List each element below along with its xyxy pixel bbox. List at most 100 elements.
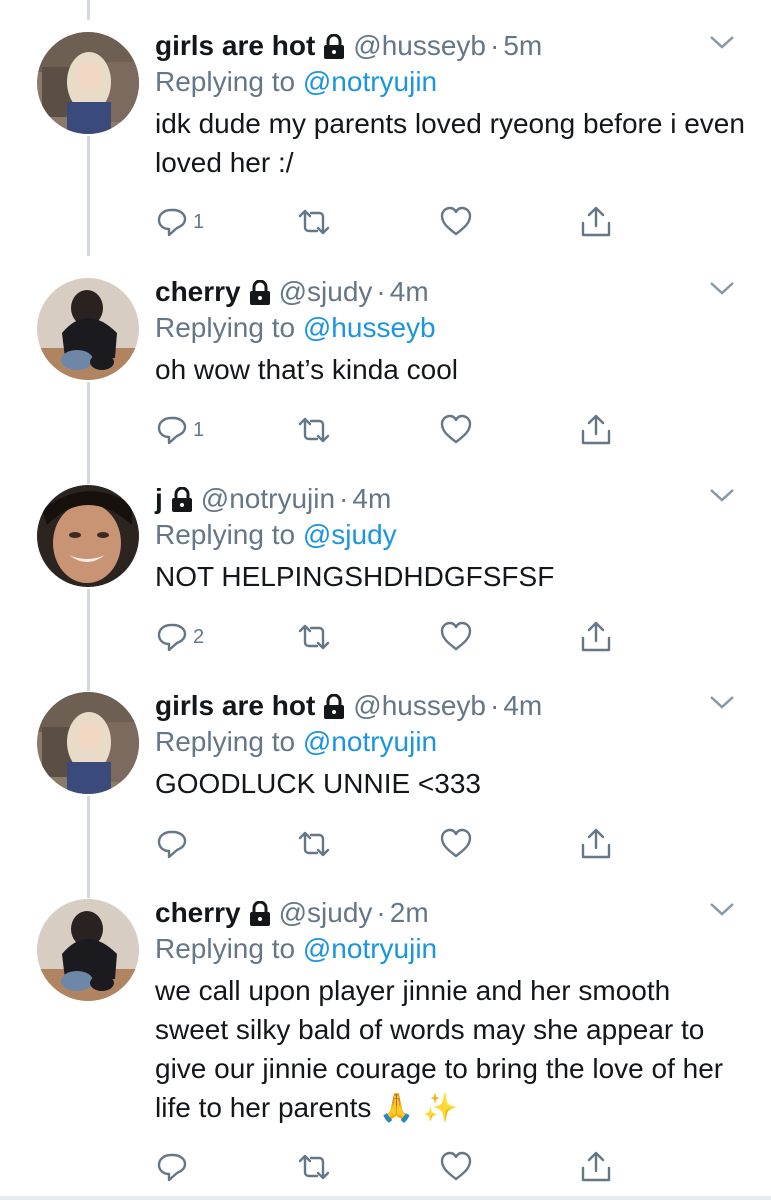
reply-icon <box>157 623 187 652</box>
reply-count: 2 <box>193 625 205 648</box>
retweet-button[interactable] <box>297 412 331 448</box>
share-button[interactable] <box>579 1149 613 1185</box>
display-name[interactable]: cherry <box>155 895 241 931</box>
retweet-button[interactable] <box>297 619 331 655</box>
action-bar: 2 <box>155 619 635 659</box>
like-icon <box>440 828 472 858</box>
reply-button[interactable]: 1 <box>155 204 204 240</box>
reply-button[interactable] <box>155 826 189 862</box>
avatar[interactable] <box>37 485 139 587</box>
timestamp[interactable]: 2m <box>390 895 429 931</box>
reply-count: 1 <box>193 418 205 441</box>
reply-icon <box>157 1153 187 1182</box>
chevron-down-icon[interactable] <box>709 487 735 503</box>
share-button[interactable] <box>579 619 613 655</box>
reply-icon <box>157 208 187 237</box>
avatar[interactable] <box>37 692 139 794</box>
replying-to: Replying to @notryujin <box>155 726 437 758</box>
timestamp[interactable]: 4m <box>352 481 391 517</box>
thread-line <box>87 0 90 20</box>
tweet[interactable]: girls are hot @husseyb · 5m Replying to … <box>0 28 771 256</box>
chevron-down-icon[interactable] <box>709 901 735 917</box>
replying-prefix: Replying to <box>155 519 296 550</box>
action-bar: 1 <box>155 204 635 244</box>
like-button[interactable] <box>439 412 473 448</box>
user-handle[interactable]: @sjudy <box>279 274 373 310</box>
reply-button[interactable]: 2 <box>155 619 204 655</box>
like-icon <box>440 1151 472 1181</box>
tweet-header: cherry @sjudy · 2m <box>155 895 429 931</box>
replying-prefix: Replying to <box>155 66 296 97</box>
blonde-girl-avatar <box>37 32 139 134</box>
display-name[interactable]: girls are hot <box>155 28 315 64</box>
tweet[interactable]: girls are hot @husseyb · 4m Replying to … <box>0 688 771 898</box>
reply-icon <box>157 416 187 445</box>
replying-prefix: Replying to <box>155 312 296 343</box>
retweet-button[interactable] <box>297 1149 331 1185</box>
mention-link[interactable]: @notryujin <box>303 66 437 97</box>
chevron-down-icon[interactable] <box>709 694 735 710</box>
retweet-icon <box>298 624 330 650</box>
share-button[interactable] <box>579 412 613 448</box>
user-handle[interactable]: @sjudy <box>279 895 373 931</box>
mention-link[interactable]: @sjudy <box>303 519 397 550</box>
user-handle[interactable]: @husseyb <box>353 688 486 724</box>
share-icon <box>581 206 611 237</box>
timestamp[interactable]: 5m <box>503 28 542 64</box>
tweet-text: NOT HELPINGSHDHDGFSFSF <box>155 561 555 592</box>
share-button[interactable] <box>579 204 613 240</box>
mention-link[interactable]: @husseyb <box>303 312 436 343</box>
tweet-header: girls are hot @husseyb · 4m <box>155 688 542 724</box>
display-name[interactable]: j <box>155 481 163 517</box>
retweet-icon <box>298 417 330 443</box>
separator-dot: · <box>339 483 349 514</box>
separator-dot: · <box>376 897 386 928</box>
thread-line <box>87 796 90 898</box>
retweet-icon <box>298 831 330 857</box>
lock-icon <box>323 34 345 60</box>
smiling-face-avatar <box>37 485 139 587</box>
share-icon <box>581 621 611 652</box>
share-icon <box>581 414 611 445</box>
tweet[interactable]: cherry @sjudy · 2m Replying to @notryuji… <box>0 895 771 1195</box>
like-icon <box>440 621 472 651</box>
lock-icon <box>249 901 271 927</box>
retweet-button[interactable] <box>297 204 331 240</box>
chevron-down-icon[interactable] <box>709 280 735 296</box>
reply-button[interactable] <box>155 1149 189 1185</box>
share-button[interactable] <box>579 826 613 862</box>
like-button[interactable] <box>439 1149 473 1185</box>
thread-line <box>87 589 90 691</box>
tweet-header: j @notryujin · 4m <box>155 481 391 517</box>
replying-prefix: Replying to <box>155 726 296 757</box>
separator-dot: · <box>489 690 500 721</box>
display-name[interactable]: girls are hot <box>155 688 315 724</box>
tweet[interactable]: cherry @sjudy · 4m Replying to @husseyb … <box>0 274 771 484</box>
chevron-down-icon[interactable] <box>709 34 735 50</box>
mention-link[interactable]: @notryujin <box>303 933 437 964</box>
thread-line <box>87 136 90 256</box>
timestamp[interactable]: 4m <box>390 274 429 310</box>
blonde-girl-avatar <box>37 692 139 794</box>
tweet-text: idk dude my parents loved ryeong before … <box>155 108 745 178</box>
mention-link[interactable]: @notryujin <box>303 726 437 757</box>
separator-dot: · <box>376 276 386 307</box>
reply-count: 1 <box>193 210 205 233</box>
display-name[interactable]: cherry <box>155 274 241 310</box>
like-button[interactable] <box>439 619 473 655</box>
like-button[interactable] <box>439 204 473 240</box>
tweet-text: oh wow that’s kinda cool <box>155 354 458 385</box>
avatar[interactable] <box>37 899 139 1001</box>
retweet-button[interactable] <box>297 826 331 862</box>
reply-button[interactable]: 1 <box>155 412 204 448</box>
user-handle[interactable]: @notryujin <box>201 481 335 517</box>
replying-to: Replying to @notryujin <box>155 66 437 98</box>
user-handle[interactable]: @husseyb <box>353 28 486 64</box>
timestamp[interactable]: 4m <box>503 688 542 724</box>
like-button[interactable] <box>439 826 473 862</box>
tweet-header: cherry @sjudy · 4m <box>155 274 429 310</box>
avatar[interactable] <box>37 278 139 380</box>
reply-icon <box>157 830 187 859</box>
avatar[interactable] <box>37 32 139 134</box>
tweet[interactable]: j @notryujin · 4m Replying to @sjudy NOT… <box>0 481 771 691</box>
